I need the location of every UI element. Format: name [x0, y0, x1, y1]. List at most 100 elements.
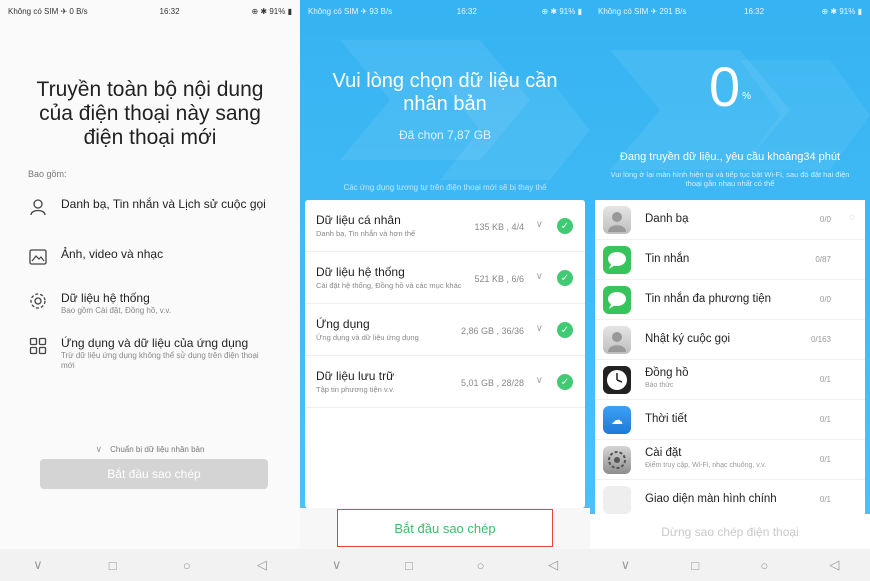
checkmark-icon[interactable]: ✓: [557, 218, 573, 234]
status-bar: Không có SIM ✈ 93 B/s 16:32 ⊕ ✱ 91% ▮: [300, 0, 590, 22]
nav-recent-button[interactable]: □: [109, 558, 117, 573]
include-item-subtitle: Bao gồm Cài đặt, Đồng hồ, v.v.: [61, 306, 171, 315]
nav-recent-button[interactable]: □: [405, 558, 413, 573]
include-item-apps: Ứng dụng và dữ liệu của ứng dụng Trừ dữ …: [28, 336, 271, 371]
nav-home-button[interactable]: ○: [183, 558, 191, 573]
chevron-down-icon[interactable]: ∨: [536, 219, 543, 230]
item-name: Cài đặt: [645, 447, 682, 459]
category-name: Dữ liệu cá nhân: [316, 213, 401, 227]
nav-home-button[interactable]: ○: [477, 558, 485, 573]
mms-icon: [603, 286, 631, 314]
loading-spinner-icon: ◌: [849, 212, 855, 223]
settings-icon: [603, 446, 631, 474]
person-icon: [28, 197, 48, 217]
battery-status: ⊕ ✱ 91% ▮: [251, 6, 293, 16]
item-desc: Điểm truy cập, Wi-Fi, nhạc chuông, v.v.: [645, 462, 767, 469]
nav-down-button[interactable]: ∨: [332, 557, 342, 573]
category-desc: Tập tin phương tiện v.v.: [316, 385, 395, 394]
page-title: Vui lòng chọn dữ liệu cần nhân bản: [300, 70, 590, 116]
category-size: 2,86 GB , 36/36: [460, 326, 524, 336]
category-name: Dữ liệu lưu trữ: [316, 369, 395, 383]
transfer-item-list: Danh bạ 0/0 ◌ Tin nhắn 0/87 Tin nhắn đa …: [595, 200, 865, 514]
weather-icon: ☁: [603, 406, 631, 434]
nav-back-button[interactable]: ◁: [548, 557, 558, 573]
category-size: 521 KB , 6/6: [474, 274, 524, 284]
include-item-title: Dữ liệu hệ thống: [61, 291, 150, 305]
category-desc: Ứng dụng và dữ liệu ứng dụng: [316, 333, 419, 342]
stop-copy-button[interactable]: Dừng sao chép điện thoại: [590, 514, 870, 549]
transfer-status: Đang truyền dữ liệu., yêu cầu khoảng34 p…: [619, 151, 841, 163]
panel-select-data: Không có SIM ✈ 93 B/s 16:32 ⊕ ✱ 91% ▮ Vu…: [300, 0, 590, 581]
title-line: của điện thoại này sang: [39, 102, 261, 125]
item-count: 0/1: [819, 455, 831, 464]
status-bar: Không có SIM ✈ 291 B/s 16:32 ⊕ ✱ 91% ▮: [590, 0, 870, 22]
list-item[interactable]: Ứng dụng Ứng dụng và dữ liệu ứng dụng 2,…: [305, 304, 585, 356]
start-copy-button-disabled[interactable]: Bắt đầu sao chép: [40, 459, 268, 489]
apps-grid-icon: [28, 336, 48, 356]
list-item: Tin nhắn đa phương tiện 0/0: [595, 280, 865, 320]
start-copy-button[interactable]: Bắt đầu sao chép: [337, 509, 553, 547]
list-item: Tin nhắn 0/87: [595, 240, 865, 280]
item-name: Nhật ký cuộc gọi: [645, 333, 731, 345]
list-item[interactable]: Dữ liệu hệ thống Cài đặt hệ thống, Đồng …: [305, 252, 585, 304]
nav-down-button[interactable]: ∨: [621, 557, 631, 573]
item-count: 0/87: [815, 255, 831, 264]
category-name: Ứng dụng: [316, 317, 370, 331]
list-item: Nhật ký cuộc gọi 0/163: [595, 320, 865, 360]
replace-note: Các ứng dụng tương tự trên điện thoại mớ…: [343, 183, 547, 192]
battery-status: ⊕ ✱ 91% ▮: [821, 6, 863, 16]
clock-icon: [603, 366, 631, 394]
item-name: Thời tiết: [645, 413, 688, 425]
item-name: Tin nhắn đa phương tiện: [645, 293, 772, 305]
chevron-down-icon[interactable]: ∨: [536, 323, 543, 334]
clock: 16:32: [456, 6, 477, 16]
include-item-title: Danh bạ, Tin nhắn và Lịch sử cuộc gọi: [61, 197, 266, 211]
include-item-title: Ảnh, video và nhạc: [61, 247, 164, 261]
status-bar: Không có SIM ✈ 0 B/s 16:32 ⊕ ✱ 91% ▮: [0, 0, 300, 22]
percent-sign: %: [742, 91, 752, 102]
progress-percent: 0%: [590, 57, 870, 117]
checkmark-icon[interactable]: ✓: [557, 270, 573, 286]
transfer-note: Vui lòng ở lại màn hình hiện tại và tiếp…: [610, 170, 850, 188]
include-item-contacts: Danh bạ, Tin nhắn và Lịch sử cuộc gọi: [28, 197, 266, 217]
nav-bar: ∨ □ ○ ◁: [0, 549, 300, 581]
category-desc: Danh bạ, Tin nhắn và hơn thế: [316, 229, 416, 238]
nav-recent-button[interactable]: □: [691, 558, 699, 573]
chevron-down-icon: ∨: [95, 444, 103, 454]
data-category-list: Dữ liệu cá nhân Danh bạ, Tin nhắn và hơn…: [305, 200, 585, 508]
contacts-icon: [603, 206, 631, 234]
nav-back-button[interactable]: ◁: [257, 557, 267, 573]
prepare-status: ∨ Chuẩn bị dữ liệu nhân bản: [0, 444, 300, 455]
list-item: Danh bạ 0/0 ◌: [595, 200, 865, 240]
nav-home-button[interactable]: ○: [760, 558, 768, 573]
title-line: Truyền toàn bộ nội dung: [36, 78, 264, 101]
list-item: Giao diện màn hình chính 0/1: [595, 480, 865, 514]
list-item[interactable]: Dữ liệu lưu trữ Tập tin phương tiện v.v.…: [305, 356, 585, 408]
checkmark-icon[interactable]: ✓: [557, 322, 573, 338]
item-count: 0/1: [819, 375, 831, 384]
nav-down-button[interactable]: ∨: [33, 557, 43, 573]
item-desc: Báo thức: [645, 382, 674, 389]
chevron-down-icon[interactable]: ∨: [536, 271, 543, 282]
prepare-text: Chuẩn bị dữ liệu nhân bản: [110, 445, 205, 454]
item-name: Giao diện màn hình chính: [645, 493, 777, 505]
chevron-down-icon[interactable]: ∨: [536, 375, 543, 386]
list-item: ☁ Thời tiết 0/1: [595, 400, 865, 440]
gear-icon: [28, 291, 48, 311]
nav-back-button[interactable]: ◁: [829, 557, 839, 573]
title-line: nhân bản: [403, 93, 487, 115]
list-item[interactable]: Dữ liệu cá nhân Danh bạ, Tin nhắn và hơn…: [305, 200, 585, 252]
item-name: Đồng hồ: [645, 367, 689, 379]
include-label: Bao gồm:: [28, 169, 67, 179]
list-item: Đồng hồ Báo thức 0/1: [595, 360, 865, 400]
progress-value: 0: [708, 55, 741, 118]
nav-bar: ∨ □ ○ ◁: [590, 549, 870, 581]
network-status: Không có SIM ✈ 291 B/s: [598, 6, 687, 16]
category-size: 5,01 GB , 28/28: [460, 378, 524, 388]
item-name: Tin nhắn: [645, 253, 690, 265]
checkmark-icon[interactable]: ✓: [557, 374, 573, 390]
page-title: Truyền toàn bộ nội dung của điện thoại n…: [0, 78, 300, 150]
item-count: 0/1: [819, 495, 831, 504]
item-count: 0/163: [810, 335, 831, 344]
home-screen-icon: [603, 486, 631, 514]
